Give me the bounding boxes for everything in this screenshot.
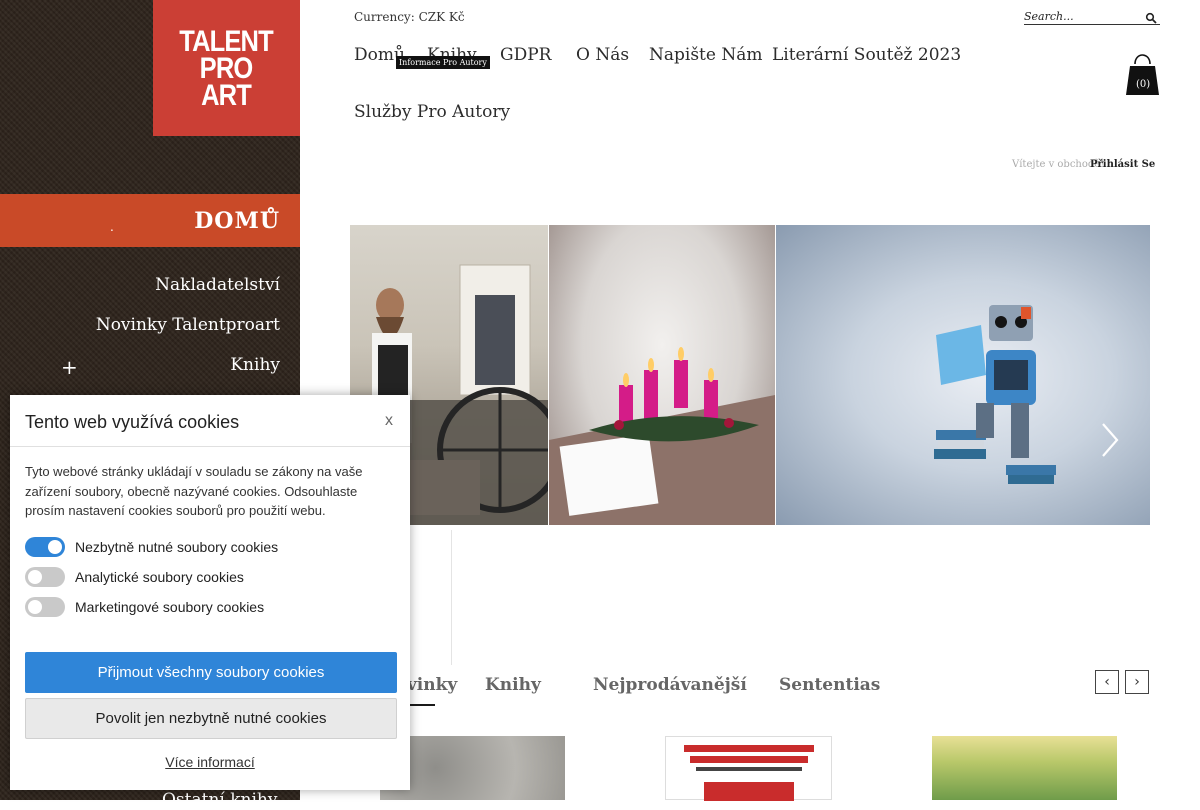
cookie-close-button[interactable]: x	[385, 412, 393, 430]
currency-switcher[interactable]: Currency: CZK Kč	[354, 10, 465, 24]
cookie-more-info-link[interactable]: Více informací	[10, 754, 410, 770]
sidebar-item-books[interactable]: Knihy	[230, 355, 280, 375]
search-input[interactable]: Search...	[1024, 10, 1160, 25]
search-icon[interactable]	[1145, 12, 1157, 24]
cookie-toggle-necessary-label: Nezbytně nutné soubory cookies	[75, 539, 279, 555]
slider-next-chevron-icon[interactable]	[1100, 420, 1120, 460]
main-content: Currency: CZK Kč Search... Domů Knihy GD…	[300, 0, 1200, 801]
sidebar-item-home[interactable]: . DOMŮ	[0, 194, 300, 247]
sidebar-item-home-label: DOMŮ	[194, 207, 280, 234]
nav-item-services[interactable]: Služby Pro Autory	[354, 102, 510, 122]
nav-item-gdpr[interactable]: GDPR	[500, 45, 551, 65]
robot-reading-image	[934, 305, 1056, 484]
cookie-toggle-marketing-label: Marketingové soubory cookies	[75, 599, 265, 615]
tabs-prev-button[interactable]: ‹	[1095, 670, 1119, 694]
nav-item-contest[interactable]: Literární Soutěž 2023	[772, 45, 961, 65]
book-cover-2[interactable]	[665, 736, 832, 801]
cookie-toggle-necessary[interactable]	[25, 537, 65, 557]
login-link[interactable]: Přihlásit Se	[1090, 159, 1155, 170]
nav-item-contact[interactable]: Napište Nám	[649, 45, 762, 65]
slide-advent-candles[interactable]	[549, 225, 775, 525]
content-divider	[451, 530, 452, 665]
sidebar-item-publishing[interactable]: Nakladatelství	[155, 275, 280, 295]
tabs-next-button[interactable]: ›	[1125, 670, 1149, 694]
book-cover-3[interactable]	[932, 736, 1117, 800]
logo[interactable]: TALENT PRO ART	[153, 0, 300, 136]
slide-robot-reading[interactable]	[776, 225, 1150, 525]
nav-tooltip: Informace Pro Autory	[396, 56, 490, 69]
sidebar-expand-plus-icon[interactable]: +	[61, 355, 78, 379]
accept-all-cookies-button[interactable]: Přijmout všechny soubory cookies	[25, 652, 397, 693]
cookie-toggle-analytics[interactable]	[25, 567, 65, 587]
cookie-consent-dialog: Tento web využívá cookies x Tyto webové …	[10, 395, 410, 790]
image-slider[interactable]	[350, 225, 1150, 525]
tab-sententias[interactable]: Sententias	[779, 675, 880, 695]
cookie-toggle-marketing[interactable]	[25, 597, 65, 617]
cookie-toggle-analytics-label: Analytické soubory cookies	[75, 569, 244, 585]
logo-line-2: PRO	[200, 51, 254, 85]
accept-necessary-cookies-button[interactable]: Povolit jen nezbytně nutné cookies	[25, 698, 397, 739]
tab-books[interactable]: Knihy	[485, 675, 541, 695]
logo-text: TALENT PRO ART	[179, 24, 274, 112]
cookie-title: Tento web využívá cookies	[25, 412, 240, 432]
logo-line-1: TALENT	[179, 24, 274, 58]
advent-candles-image	[549, 347, 775, 525]
sidebar-item-news[interactable]: Novinky Talentproart	[96, 315, 280, 335]
sidebar-dot: .	[110, 220, 114, 234]
tab-bestsellers[interactable]: Nejprodávanější	[593, 675, 747, 695]
nav-item-about[interactable]: O Nás	[576, 45, 629, 65]
cookie-divider	[10, 446, 410, 447]
logo-line-3: ART	[201, 78, 253, 112]
cookie-description: Tyto webové stránky ukládají v souladu s…	[25, 464, 363, 518]
cart-count: (0)	[1136, 79, 1151, 90]
book-cover-2-art	[670, 743, 827, 801]
sidebar-item-other[interactable]: Ostatní knihy	[162, 790, 278, 810]
